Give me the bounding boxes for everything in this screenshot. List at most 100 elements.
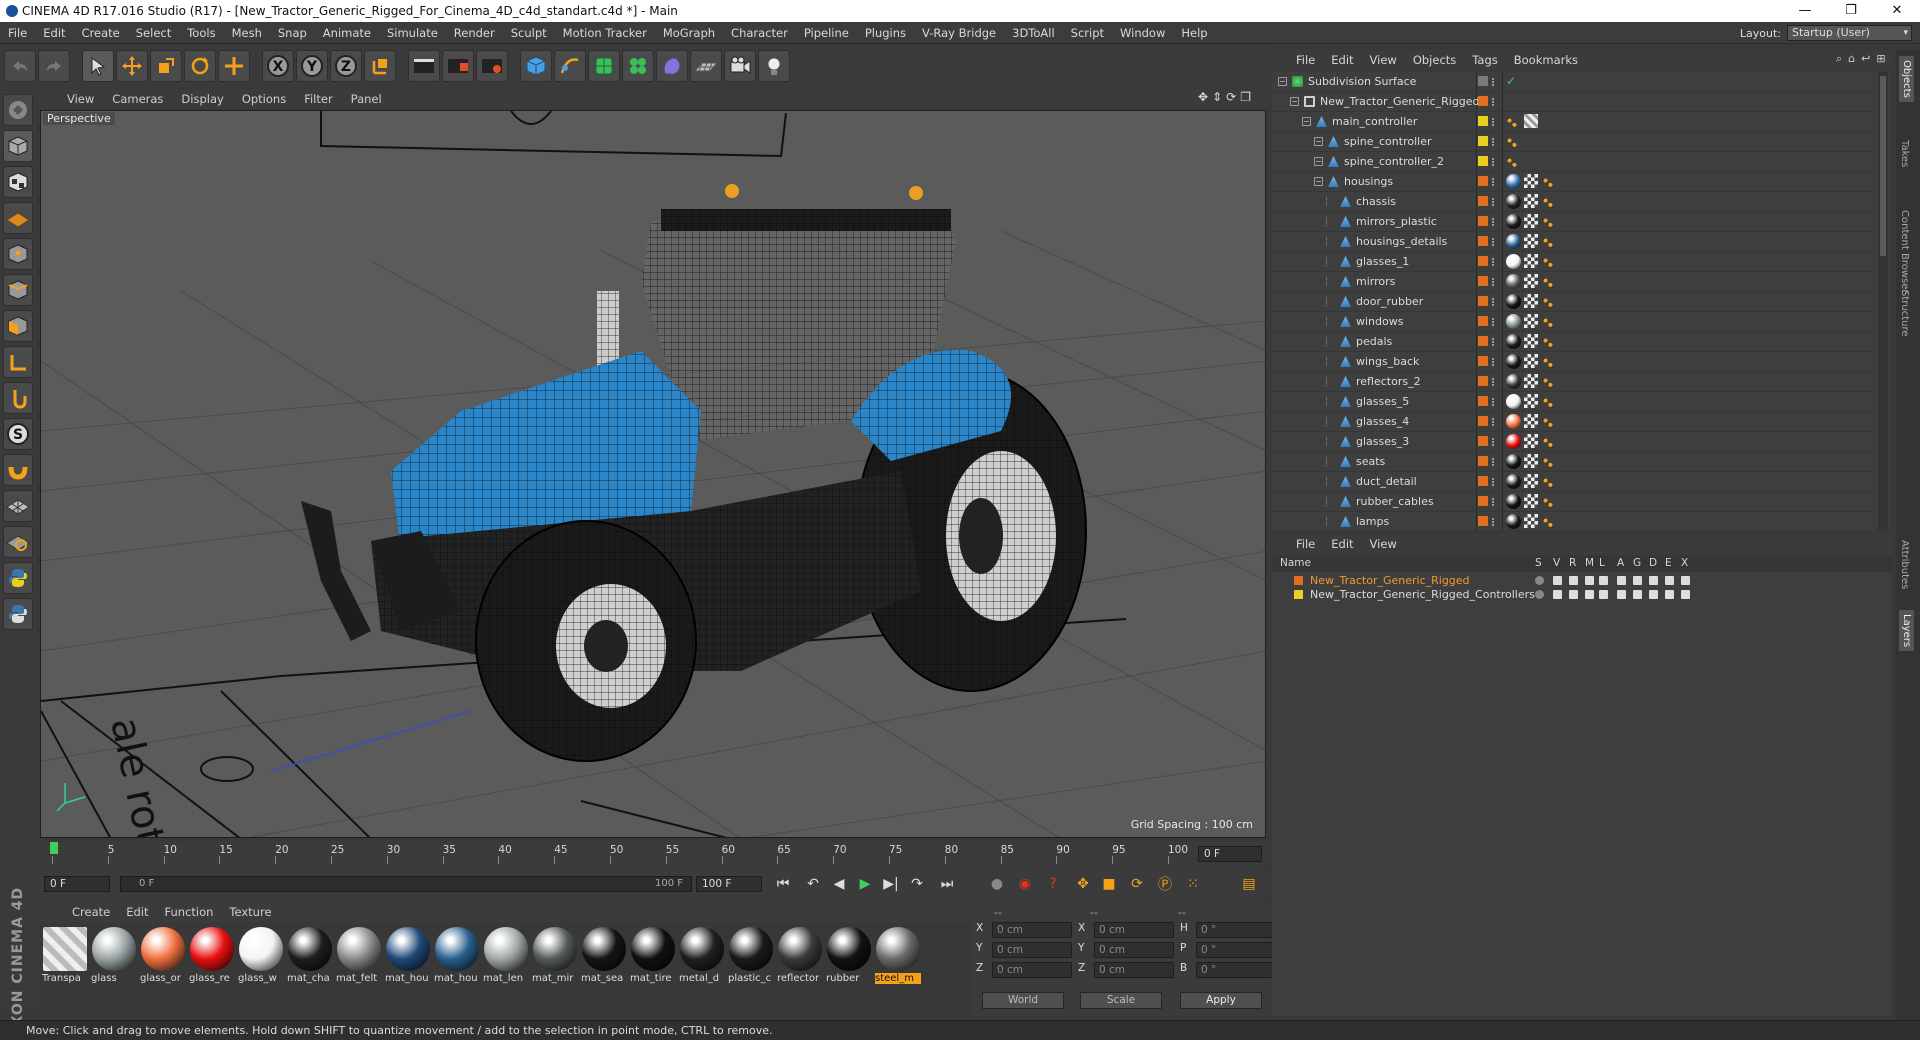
visibility-dots-icon[interactable] <box>1492 498 1496 506</box>
home-icon[interactable]: ⌂ <box>1848 52 1855 66</box>
menu-pipeline[interactable]: Pipeline <box>796 26 857 40</box>
layer-column-header[interactable]: Name <box>1280 557 1311 569</box>
visibility-dots-icon[interactable] <box>1492 158 1496 166</box>
material-menu-texture[interactable]: Texture <box>221 905 279 919</box>
coord-field[interactable]: 0 ° <box>1196 942 1276 958</box>
material-tag-icon[interactable] <box>1506 434 1521 449</box>
z-axis-icon[interactable]: Z <box>330 50 362 82</box>
key-rotate-icon[interactable]: ⟳ <box>1126 873 1148 895</box>
layer-color-tag[interactable] <box>1478 336 1488 346</box>
weight-tag-icon[interactable] <box>1542 455 1554 469</box>
material-tag-icon[interactable] <box>1506 354 1521 369</box>
material-swatch[interactable]: mat_hou <box>385 926 431 1016</box>
menu-mograph[interactable]: MoGraph <box>655 26 723 40</box>
side-tab-attributes[interactable]: Attributes <box>1899 540 1910 589</box>
tree-expander-icon[interactable]: − <box>1314 177 1323 186</box>
layer-column-header[interactable]: G <box>1633 557 1641 569</box>
material-swatch[interactable]: steel_m <box>875 926 921 1016</box>
material-tag-icon[interactable] <box>1506 514 1521 529</box>
material-swatch[interactable]: mat_len <box>483 926 529 1016</box>
render-view-icon[interactable] <box>408 50 440 82</box>
side-tab-layers[interactable]: Layers <box>1899 610 1914 652</box>
layer-column-header[interactable]: R <box>1569 557 1576 569</box>
solo-icon[interactable] <box>1535 576 1544 585</box>
object-row[interactable]: − main_controller <box>1272 112 1876 132</box>
objects-scrollbar[interactable] <box>1878 72 1888 530</box>
layer-color-tag[interactable] <box>1478 356 1488 366</box>
edges-mode-icon[interactable] <box>3 274 33 306</box>
uvw-tag-icon[interactable] <box>1524 414 1538 428</box>
key-pla-icon[interactable]: ⁙ <box>1182 873 1204 895</box>
uvw-tag-icon[interactable] <box>1524 434 1538 448</box>
layer-color-tag[interactable] <box>1478 96 1488 106</box>
model-mode-icon[interactable] <box>3 130 33 162</box>
layer-color-tag[interactable] <box>1478 216 1488 226</box>
uvw-tag-icon[interactable] <box>1524 374 1538 388</box>
material-tag-icon[interactable] <box>1506 214 1521 229</box>
make-editable-icon[interactable] <box>3 94 33 126</box>
coord-field[interactable]: 0 ° <box>1196 962 1276 978</box>
layer-color-tag[interactable] <box>1478 196 1488 206</box>
visibility-dots-icon[interactable] <box>1492 118 1496 126</box>
object-row[interactable]: − spine_controller_2 <box>1272 152 1876 172</box>
xref-icon[interactable] <box>1681 576 1690 585</box>
menu-file[interactable]: File <box>0 26 35 40</box>
layout-dropdown[interactable]: Startup (User) <box>1787 25 1912 41</box>
layer-color-tag[interactable] <box>1478 236 1488 246</box>
material-tag-icon[interactable] <box>1506 474 1521 489</box>
material-swatch[interactable]: mat_cha <box>287 926 333 1016</box>
material-swatch[interactable]: plastic_c <box>728 926 774 1016</box>
material-swatch[interactable]: metal_d <box>679 926 725 1016</box>
axis-mode-icon[interactable] <box>3 346 33 378</box>
visibility-dots-icon[interactable] <box>1492 218 1496 226</box>
expand-icon[interactable]: ⊞ <box>1876 52 1885 66</box>
visibility-dots-icon[interactable] <box>1492 198 1496 206</box>
weight-tag-icon[interactable] <box>1542 475 1554 489</box>
tree-expander-icon[interactable]: − <box>1314 157 1323 166</box>
tree-expander-icon[interactable] <box>1326 377 1335 386</box>
tree-expander-icon[interactable] <box>1326 297 1335 306</box>
coord-system-icon[interactable] <box>364 50 396 82</box>
tree-expander-icon[interactable] <box>1326 457 1335 466</box>
workplane-icon[interactable] <box>3 202 33 234</box>
subdivision-icon[interactable] <box>588 50 620 82</box>
menu-3dtoall[interactable]: 3DToAll <box>1004 26 1063 40</box>
layers-menu-view[interactable]: View <box>1362 537 1405 551</box>
object-row[interactable]: glasses_4 <box>1272 412 1876 432</box>
python-2-icon[interactable] <box>3 598 33 630</box>
key-param-icon[interactable]: Ⓟ <box>1154 873 1176 895</box>
visibility-dots-icon[interactable] <box>1492 238 1496 246</box>
uvw-tag-icon[interactable] <box>1524 214 1538 228</box>
animation-icon[interactable] <box>1617 576 1626 585</box>
menu-animate[interactable]: Animate <box>315 26 379 40</box>
points-mode-icon[interactable] <box>3 238 33 270</box>
layer-color-tag[interactable] <box>1478 376 1488 386</box>
layer-color-tag[interactable] <box>1478 476 1488 486</box>
layer-row[interactable]: New_Tractor_Generic_Rigged_Controllers <box>1272 588 1892 602</box>
menu-sculpt[interactable]: Sculpt <box>503 26 555 40</box>
layer-column-header[interactable]: V <box>1553 557 1560 569</box>
visibility-dots-icon[interactable] <box>1492 318 1496 326</box>
objects-menu-bookmarks[interactable]: Bookmarks <box>1506 53 1586 67</box>
expressions-icon[interactable] <box>1665 590 1674 599</box>
visibility-dots-icon[interactable] <box>1492 478 1496 486</box>
weight-tag-icon[interactable] <box>1542 175 1554 189</box>
locked-icon[interactable] <box>1599 590 1608 599</box>
weight-tag-icon[interactable] <box>1542 395 1554 409</box>
move-plus-icon[interactable] <box>218 50 250 82</box>
render-icon[interactable] <box>1569 576 1578 585</box>
objects-menu-objects[interactable]: Objects <box>1405 53 1464 67</box>
uvw-tag-icon[interactable] <box>1524 274 1538 288</box>
toggle-view-icon[interactable]: ❐ <box>1240 90 1251 104</box>
weight-tag-icon[interactable] <box>1542 515 1554 529</box>
select-arrow-icon[interactable] <box>82 50 114 82</box>
tree-expander-icon[interactable] <box>1326 497 1335 506</box>
autokey-icon[interactable]: ? <box>1042 873 1064 895</box>
uvw-tag-icon[interactable] <box>1524 234 1538 248</box>
scale-icon[interactable] <box>150 50 182 82</box>
weight-tag-icon[interactable] <box>1542 235 1554 249</box>
tree-expander-icon[interactable]: − <box>1314 137 1323 146</box>
layer-column-header[interactable]: X <box>1681 557 1688 569</box>
visibility-dots-icon[interactable] <box>1492 278 1496 286</box>
layer-row[interactable]: New_Tractor_Generic_Rigged <box>1272 574 1892 588</box>
